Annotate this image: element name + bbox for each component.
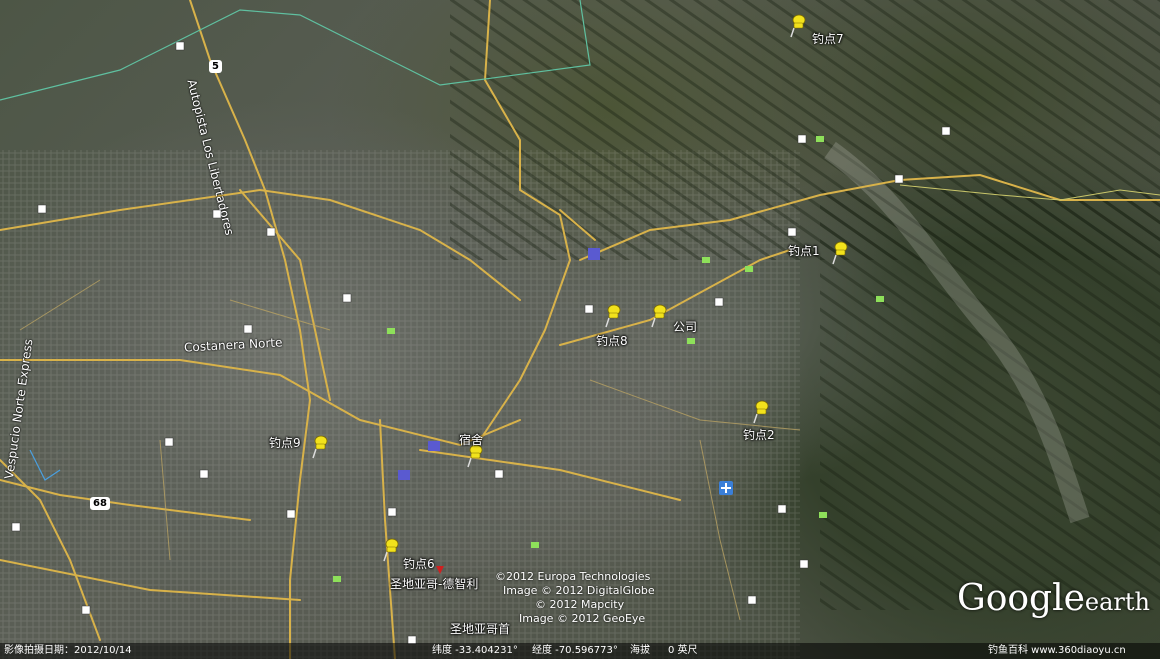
pin-label-dormitory[interactable]: 宿舍 [459,431,483,448]
pin-label-company[interactable]: 公司 [673,318,697,335]
park-icon [333,576,341,582]
poi-icon [894,174,904,184]
park-icon [387,328,395,334]
poi-icon [941,126,951,136]
poi-icon [714,297,724,307]
pin-1-icon[interactable] [830,241,852,265]
credit-line: ©2012 Europa Technologies [495,570,651,583]
park-icon [531,542,539,548]
poi-icon [584,304,594,314]
park-icon [816,136,824,142]
elevation-readout: 0 英尺 [668,645,698,656]
status-bar: 影像拍摄日期：2012/10/14 纬度 -33.404231° 经度 -70.… [0,643,1160,659]
poi-icon [243,324,253,334]
poi-icon [199,469,209,479]
credit-line: © 2012 Mapcity [535,598,625,611]
satellite-map[interactable]: Autopista Los Libertadores Costanera Nor… [0,0,1160,659]
longitude-readout: 经度 -70.596773° [532,645,618,656]
poi-icon [747,595,757,605]
pin-2-icon[interactable] [751,400,773,424]
credit-line: Image © 2012 DigitalGlobe [503,584,655,597]
poi-icon [797,134,807,144]
pin-company-icon[interactable] [649,304,671,328]
poi-icon [11,522,21,532]
park-icon [687,338,695,344]
poi-icon [37,204,47,214]
poi-icon [81,605,91,615]
imagery-date: 影像拍摄日期：2012/10/14 [4,645,132,656]
latitude-readout: 纬度 -33.404231° [432,645,518,656]
poi-icon [175,41,185,51]
park-icon [745,266,753,272]
pin-6-icon[interactable] [381,538,403,562]
park-icon [876,296,884,302]
pin-7-icon[interactable] [788,14,810,38]
site-watermark: 钓鱼百科 www.360diaoyu.cn [988,645,1126,656]
park-icon [819,512,827,518]
metro-icon [398,248,600,480]
pin-label-1[interactable]: 钓点1 [788,242,820,259]
google-earth-logo: Googleearth [956,578,1150,619]
poi-icon [164,437,174,447]
city-label: 圣地亚哥-德智利 [390,577,479,591]
pin-label-9[interactable]: 钓点9 [269,434,301,451]
imagery-credits: ©2012 Europa Technologies Image © 2012 D… [495,570,655,626]
poi-icon [787,227,797,237]
poi-icon [777,504,787,514]
poi-icon [286,509,296,519]
park-icon [702,257,710,263]
poi-icon [494,469,504,479]
poi-layer [11,41,951,645]
poi-icon [799,559,809,569]
pin-9-icon[interactable] [310,435,332,459]
pin-label-2[interactable]: 钓点2 [743,426,775,443]
elevation-label: 海拔 [630,645,650,656]
pin-label-8[interactable]: 钓点8 [596,332,628,349]
pin-8-icon[interactable] [603,304,625,328]
pin-label-7[interactable]: 钓点7 [812,30,844,47]
poi-icon [342,293,352,303]
poi-icon [266,227,276,237]
pin-label-6[interactable]: 钓点6 [403,555,435,572]
city-marker-icon [436,566,444,574]
poi-icon [387,507,397,517]
airport-icon [719,481,733,495]
poi-icon [212,209,222,219]
credit-line: Image © 2012 GeoEye [519,612,646,625]
